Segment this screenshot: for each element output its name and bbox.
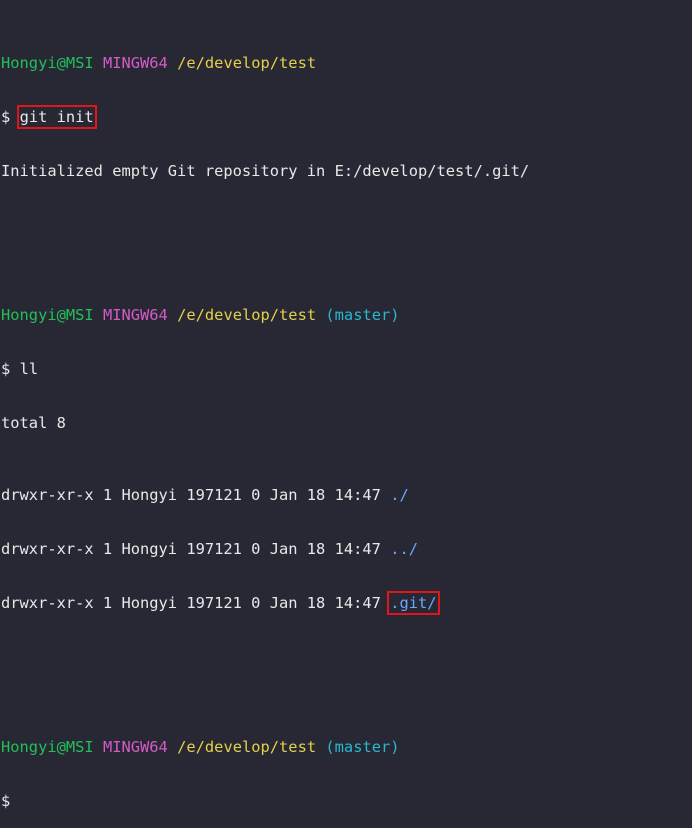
terminal-window[interactable]: Hongyi@MSI MINGW64 /e/develop/test $ git… [0,0,692,810]
user-host: Hongyi@MSI [1,738,94,756]
current-path: /e/develop/test [177,738,317,756]
prompt-symbol: $ [1,108,11,126]
git-init-command: git init [16,105,97,129]
directory-entry-parent: drwxr-xr-x 1 Hongyi 197121 0 Jan 18 14:4… [1,540,692,558]
directory-entry-current: drwxr-xr-x 1 Hongyi 197121 0 Jan 18 14:4… [1,486,692,504]
git-branch: (master) [325,738,400,756]
ll-command: ll [19,360,39,378]
git-directory-name: .git/ [387,591,440,615]
current-path: /e/develop/test [177,54,317,72]
prompt-symbol: $ [1,792,11,810]
entry-name: ./ [390,486,409,504]
total-output-line: total 8 [1,414,692,432]
command-line-final[interactable]: $ [1,792,692,810]
init-output-line: Initialized empty Git repository in E:/d… [1,162,692,180]
directory-entry-git: drwxr-xr-x 1 Hongyi 197121 0 Jan 18 14:4… [1,591,692,615]
system-name: MINGW64 [102,54,168,72]
init-message: Initialized empty Git repository in E:/d… [1,162,530,180]
total-count: total 8 [1,414,66,432]
command-line-list: $ ll [1,360,692,378]
system-name: MINGW64 [102,306,168,324]
prompt-line-3: Hongyi@MSI MINGW64 /e/develop/test (mast… [1,738,692,756]
entry-metadata: drwxr-xr-x 1 Hongyi 197121 0 Jan 18 14:4… [1,594,381,612]
command-line-init: $ git init [1,105,692,129]
prompt-line-1: Hongyi@MSI MINGW64 /e/develop/test [1,54,692,72]
user-host: Hongyi@MSI [1,306,94,324]
user-host: Hongyi@MSI [1,54,94,72]
current-path: /e/develop/test [177,306,317,324]
prompt-line-2: Hongyi@MSI MINGW64 /e/develop/test (mast… [1,306,692,324]
entry-metadata: drwxr-xr-x 1 Hongyi 197121 0 Jan 18 14:4… [1,540,381,558]
system-name: MINGW64 [102,738,168,756]
entry-metadata: drwxr-xr-x 1 Hongyi 197121 0 Jan 18 14:4… [1,486,381,504]
entry-name: ../ [390,540,418,558]
git-branch: (master) [325,306,400,324]
prompt-symbol: $ [1,360,11,378]
